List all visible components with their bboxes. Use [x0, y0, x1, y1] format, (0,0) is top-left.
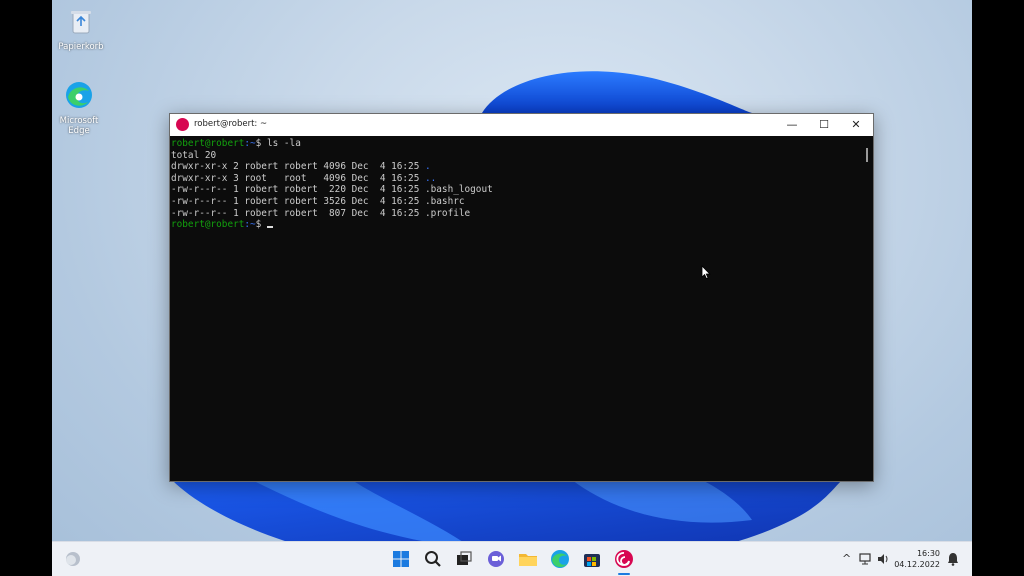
title-bar[interactable]: robert@robert: ~ — ☐ ✕: [170, 114, 873, 136]
desktop: Papierkorb Microsoft Edge robert@robert:…: [52, 0, 972, 576]
clock[interactable]: 16:30 04.12.2022: [894, 548, 940, 570]
notification-icon[interactable]: [947, 552, 959, 566]
window-title: robert@robert: ~: [194, 119, 268, 129]
terminal-window[interactable]: robert@robert: ~ — ☐ ✕ robert@robert:~$ …: [169, 113, 874, 482]
current-prompt: robert@robert:~$: [171, 219, 861, 231]
listing-meta: drwxr-xr-x 3 root root 4096 Dec 4 16:25: [171, 172, 425, 184]
listing-name: .: [425, 161, 431, 173]
recycle-bin-icon: [71, 11, 91, 34]
prompt-user: robert@robert: [171, 219, 245, 231]
listing-meta: -rw-r--r-- 1 robert robert 807 Dec 4 16:…: [171, 207, 425, 219]
weather-icon[interactable]: [62, 548, 84, 570]
network-icon[interactable]: [858, 552, 872, 566]
command-line: robert@robert:~$ ls -la: [171, 138, 861, 150]
terminal-output[interactable]: robert@robert:~$ ls -la total 20 drwxr-xr-…: [170, 136, 861, 481]
debian-icon: [176, 118, 189, 131]
prompt-user: robert@robert: [171, 138, 245, 149]
scrollbar[interactable]: [861, 136, 873, 481]
listing-row: drwxr-xr-x 3 root root 4096 Dec 4 16:25 …: [171, 173, 861, 185]
listing-row: -rw-r--r-- 1 robert robert 220 Dec 4 16:…: [171, 184, 861, 196]
volume-icon[interactable]: [876, 552, 890, 566]
listing-meta: -rw-r--r-- 1 robert robert 220 Dec 4 16:…: [171, 184, 425, 196]
desktop-icon-edge[interactable]: Microsoft Edge: [52, 80, 106, 136]
desktop-icon-label: Microsoft Edge: [59, 116, 99, 136]
clock-date: 04.12.2022: [894, 560, 940, 569]
active-app-indicator: [618, 573, 630, 575]
debian-icon[interactable]: [613, 548, 635, 570]
listing-name: .profile: [425, 207, 471, 219]
listing-row: drwxr-xr-x 2 robert robert 4096 Dec 4 16…: [171, 161, 861, 173]
prompt-symbol: $: [255, 219, 267, 231]
listing-name: .bash_logout: [425, 184, 493, 196]
listing-meta: -rw-r--r-- 1 robert robert 3526 Dec 4 16…: [171, 195, 425, 207]
task-view-icon[interactable]: [453, 548, 475, 570]
command-text: ls -la: [266, 138, 301, 149]
total-line: total 20: [171, 149, 217, 161]
text-cursor: [266, 226, 273, 229]
prompt-symbol: $: [255, 138, 267, 149]
chevron-up-icon[interactable]: ^: [842, 552, 851, 565]
taskbar: ^ 16:30 04.12.2022: [52, 541, 972, 576]
file-explorer-icon[interactable]: [517, 548, 539, 570]
store-icon[interactable]: [581, 548, 603, 570]
start-icon[interactable]: [390, 548, 412, 570]
maximize-button[interactable]: ☐: [808, 114, 840, 136]
edge-icon: [66, 82, 92, 108]
listing-row: -rw-r--r-- 1 robert robert 3526 Dec 4 16…: [171, 196, 861, 208]
mouse-pointer-icon: [701, 265, 711, 280]
search-icon[interactable]: [422, 548, 444, 570]
edge-icon[interactable]: [549, 548, 571, 570]
clock-time: 16:30: [916, 549, 940, 558]
chat-icon[interactable]: [485, 548, 507, 570]
desktop-icon-label: Papierkorb: [58, 42, 104, 52]
desktop-icon-recycle-bin[interactable]: Papierkorb: [54, 6, 108, 52]
listing-name: ..: [425, 172, 437, 184]
close-button[interactable]: ✕: [840, 114, 872, 136]
prompt-path: :~: [244, 219, 256, 231]
listing-meta: drwxr-xr-x 2 robert robert 4096 Dec 4 16…: [171, 161, 425, 173]
listing-name: .bashrc: [425, 195, 465, 207]
minimize-button[interactable]: —: [776, 114, 808, 136]
listing-row: -rw-r--r-- 1 robert robert 807 Dec 4 16:…: [171, 208, 861, 220]
prompt-path: :~: [244, 138, 256, 149]
scrollbar-thumb[interactable]: [866, 148, 868, 162]
